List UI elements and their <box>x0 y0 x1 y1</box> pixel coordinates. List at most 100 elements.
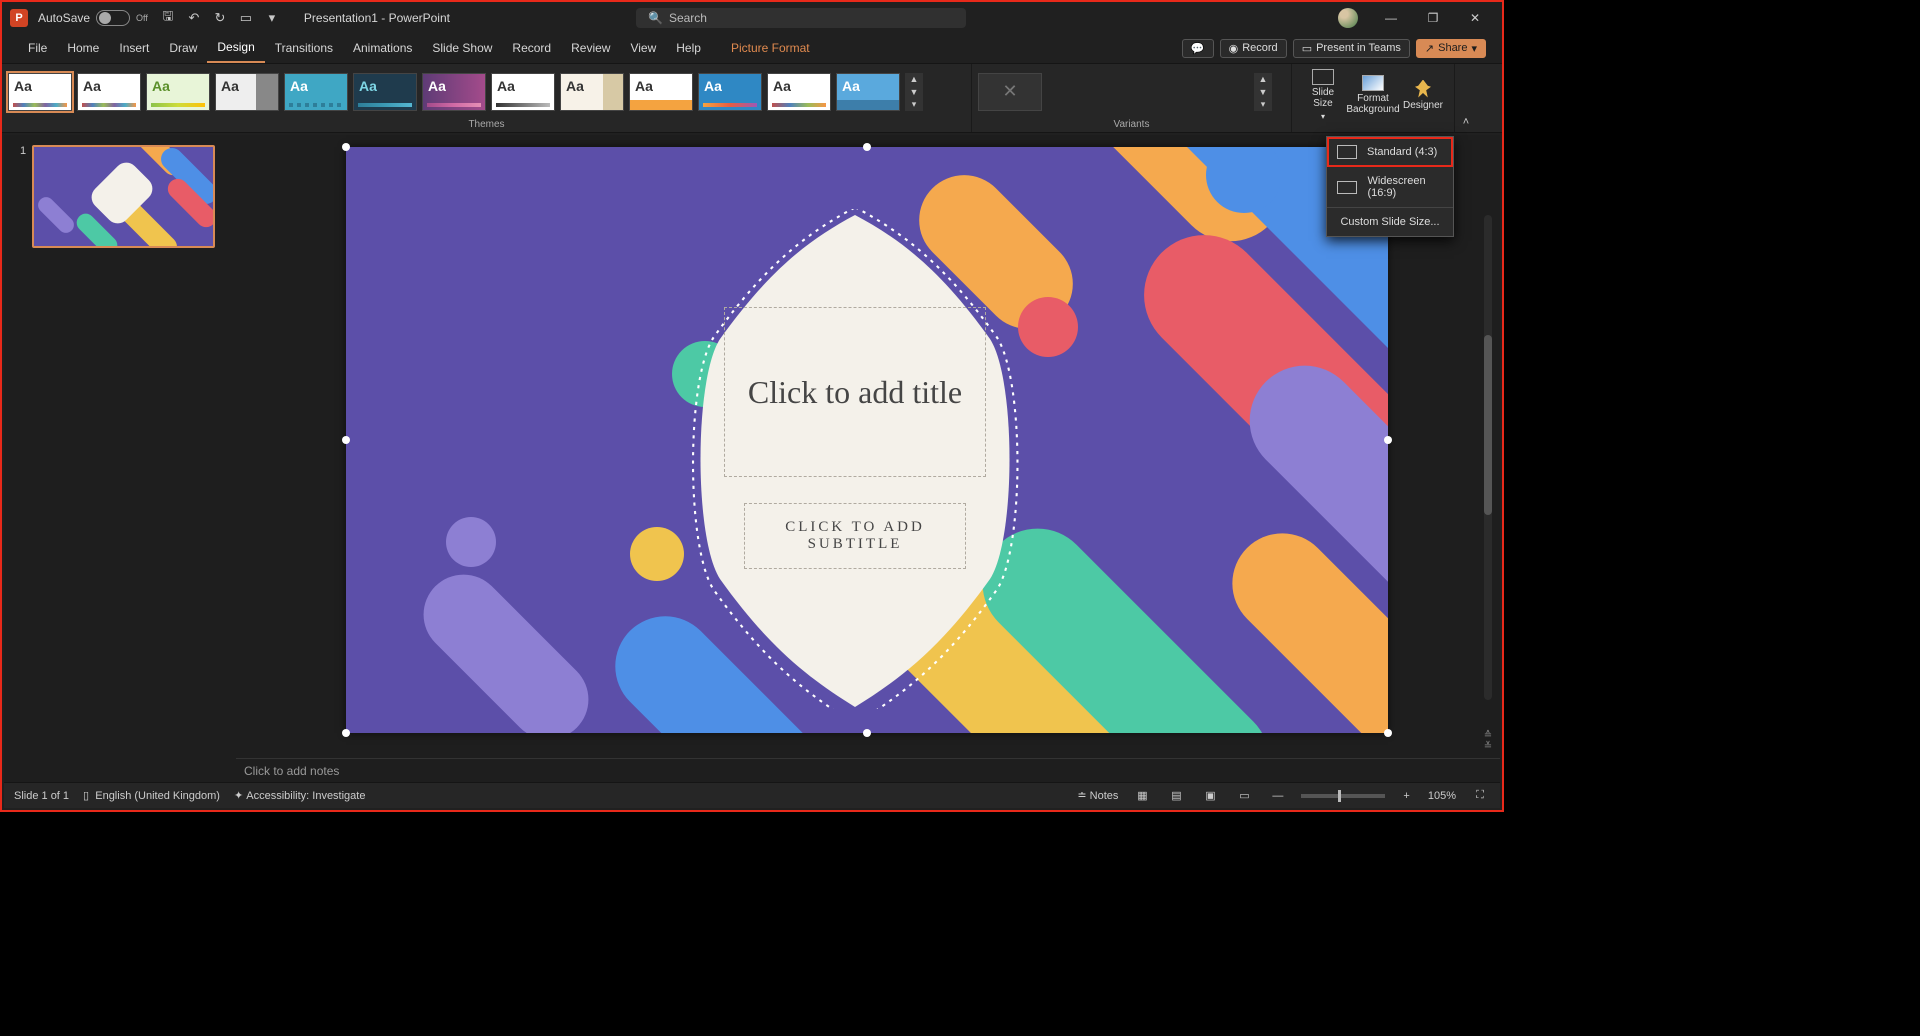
theme-thumb[interactable]: Aa <box>8 73 72 111</box>
tab-insert[interactable]: Insert <box>109 33 159 63</box>
quick-access-toolbar: 🖫 ↶ ↻ ▭ ▾ <box>158 8 282 28</box>
notes-pane[interactable]: Click to add notes <box>236 758 1500 782</box>
theme-thumb[interactable]: Aa <box>491 73 555 111</box>
slide-selection[interactable]: Click to add title CLICK TO ADD SUBTITLE <box>346 147 1388 733</box>
book-icon: ▯ <box>83 790 89 802</box>
from-beginning-icon[interactable]: ▭ <box>236 8 256 28</box>
reading-view-icon[interactable]: ▣ <box>1200 788 1220 804</box>
toggle-off-icon[interactable] <box>96 10 130 26</box>
zoom-level[interactable]: 105% <box>1428 790 1456 802</box>
user-avatar[interactable] <box>1338 8 1358 28</box>
zoom-slider[interactable] <box>1301 794 1385 798</box>
tab-slide-show[interactable]: Slide Show <box>422 33 502 63</box>
document-title: Presentation1 - PowerPoint <box>304 11 450 25</box>
ratio-16-9-icon <box>1337 181 1357 194</box>
scrollbar-thumb[interactable] <box>1484 335 1492 515</box>
selection-handle[interactable] <box>342 729 350 737</box>
selection-handle[interactable] <box>863 729 871 737</box>
themes-label: Themes <box>2 119 971 132</box>
themes-scroll[interactable]: ▲▼▾ <box>905 73 923 111</box>
tab-view[interactable]: View <box>620 33 666 63</box>
title-placeholder[interactable]: Click to add title <box>724 307 986 477</box>
record-button[interactable]: ◉ Record <box>1220 39 1287 58</box>
slide-editor: Click to add title CLICK TO ADD SUBTITLE… <box>236 135 1500 782</box>
status-bar: Slide 1 of 1 ▯ English (United Kingdom) … <box>4 782 1500 808</box>
autosave-toggle[interactable]: AutoSave Off <box>38 10 148 26</box>
search-input[interactable]: 🔍 Search <box>636 8 966 28</box>
tab-draw[interactable]: Draw <box>159 33 207 63</box>
close-button[interactable]: ✕ <box>1456 4 1494 32</box>
notes-toggle[interactable]: ≐ Notes <box>1077 789 1118 802</box>
slide-size-button[interactable]: Slide Size▾ <box>1298 68 1348 122</box>
format-background-icon <box>1362 75 1384 91</box>
fit-to-window-icon[interactable]: ⛶ <box>1470 788 1490 804</box>
theme-thumb[interactable]: Aa <box>353 73 417 111</box>
tab-design[interactable]: Design <box>207 33 264 63</box>
slide-canvas[interactable]: Click to add title CLICK TO ADD SUBTITLE <box>346 147 1388 733</box>
theme-thumb[interactable]: Aa <box>146 73 210 111</box>
collapse-ribbon-button[interactable]: ˄ <box>1455 64 1477 132</box>
notes-placeholder: Click to add notes <box>244 764 339 778</box>
variants-scroll[interactable]: ▲▼▾ <box>1254 73 1272 111</box>
theme-thumb[interactable]: Aa <box>767 73 831 111</box>
share-button[interactable]: ↗ Share ▾ <box>1416 39 1486 58</box>
search-icon: 🔍 <box>648 11 663 25</box>
slideshow-view-icon[interactable]: ▭ <box>1234 788 1254 804</box>
selection-handle[interactable] <box>342 436 350 444</box>
selection-handle[interactable] <box>342 143 350 151</box>
next-slide-icon[interactable]: ≚ <box>1484 741 1492 752</box>
status-accessibility[interactable]: ✦ Accessibility: Investigate <box>234 789 366 802</box>
theme-thumb[interactable]: Aa <box>215 73 279 111</box>
status-lang[interactable]: ▯ English (United Kingdom) <box>83 789 220 802</box>
maximize-button[interactable]: ❐ <box>1414 4 1452 32</box>
comments-button[interactable]: 💬 <box>1182 39 1214 58</box>
format-background-button[interactable]: Format Background <box>1348 68 1398 122</box>
accessibility-icon: ✦ <box>234 790 243 802</box>
autosave-label: AutoSave <box>38 11 90 25</box>
status-slide-count[interactable]: Slide 1 of 1 <box>14 790 69 802</box>
slide-size-custom[interactable]: Custom Slide Size... <box>1327 207 1453 236</box>
workspace: 1 <box>4 135 1500 782</box>
prev-slide-icon[interactable]: ≙ <box>1484 730 1492 741</box>
customize-group: Slide Size▾ Format Background Designer <box>1292 64 1455 132</box>
tab-review[interactable]: Review <box>561 33 620 63</box>
selection-handle[interactable] <box>1384 729 1392 737</box>
app-window: { "titlebar": { "autosave_label": "AutoS… <box>0 0 1504 812</box>
search-placeholder: Search <box>669 11 707 25</box>
tab-picture-format[interactable]: Picture Format <box>721 33 820 63</box>
tab-record[interactable]: Record <box>502 33 561 63</box>
redo-icon[interactable]: ↻ <box>210 8 230 28</box>
selection-handle[interactable] <box>1384 436 1392 444</box>
tab-file[interactable]: File <box>18 33 57 63</box>
theme-thumb[interactable]: Aa <box>422 73 486 111</box>
theme-thumb[interactable]: Aa <box>629 73 693 111</box>
tab-home[interactable]: Home <box>57 33 109 63</box>
minimize-button[interactable]: — <box>1372 4 1410 32</box>
title-bar: P AutoSave Off 🖫 ↶ ↻ ▭ ▾ Presentation1 -… <box>2 2 1502 33</box>
designer-button[interactable]: Designer <box>1398 68 1448 122</box>
undo-icon[interactable]: ↶ <box>184 8 204 28</box>
theme-thumb[interactable]: Aa <box>560 73 624 111</box>
tab-animations[interactable]: Animations <box>343 33 422 63</box>
normal-view-icon[interactable]: ▦ <box>1132 788 1152 804</box>
powerpoint-logo-icon: P <box>10 9 28 27</box>
slide-thumbnail-panel: 1 <box>4 135 236 782</box>
tab-transitions[interactable]: Transitions <box>265 33 343 63</box>
sorter-view-icon[interactable]: ▤ <box>1166 788 1186 804</box>
tab-help[interactable]: Help <box>666 33 711 63</box>
theme-thumb[interactable]: Aa <box>77 73 141 111</box>
slide-size-widescreen[interactable]: Widescreen (16:9) <box>1327 167 1453 207</box>
variant-thumb[interactable]: ✕ <box>978 73 1042 111</box>
customize-qat-icon[interactable]: ▾ <box>262 8 282 28</box>
theme-thumb[interactable]: Aa <box>836 73 900 111</box>
vertical-scrollbar[interactable]: ≙ ≚ <box>1478 145 1498 752</box>
theme-thumb[interactable]: Aa <box>698 73 762 111</box>
selection-handle[interactable] <box>863 143 871 151</box>
present-in-teams-button[interactable]: ▭ Present in Teams <box>1293 39 1410 58</box>
slide-size-icon <box>1312 69 1334 85</box>
theme-thumb[interactable]: Aa <box>284 73 348 111</box>
slide-size-standard[interactable]: Standard (4:3) <box>1327 137 1453 167</box>
subtitle-placeholder[interactable]: CLICK TO ADD SUBTITLE <box>744 503 966 569</box>
save-icon[interactable]: 🖫 <box>158 8 178 28</box>
slide-thumbnail-1[interactable] <box>32 145 215 248</box>
